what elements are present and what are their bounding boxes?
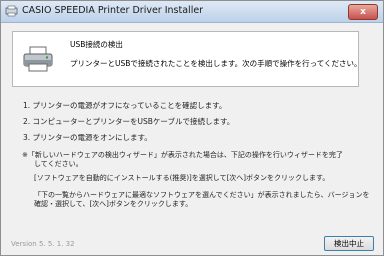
version-label: Version 5. 5. 1. 32 [11, 240, 75, 248]
header-description: プリンターとUSBで接続されたことを検出します。次の手順で操作を行ってください。 [70, 59, 362, 68]
installer-icon [5, 5, 18, 17]
stop-detection-button[interactable]: 検出中止 [324, 236, 374, 251]
printer-icon [23, 46, 53, 72]
window-title: CASIO SPEEDIA Printer Driver Installer [22, 5, 204, 16]
header-panel: USB接続の検出 プリンターとUSBで接続されたことを検出します。次の手順で操作… [12, 31, 362, 87]
step-3: 3. プリンターの電源をオンにします。 [23, 133, 152, 142]
header-title: USB接続の検出 [70, 40, 123, 49]
note-paragraph-2-line-2: 確認・選択して、[次へ]ボタンをクリックします。 [34, 200, 193, 208]
step-2: 2. コンピューターとプリンターをUSBケーブルで接続します。 [23, 117, 235, 126]
title-bar[interactable]: CASIO SPEEDIA Printer Driver Installer x [1, 1, 383, 23]
note-paragraph-1: [ソフトウェアを自動的にインストールする(推奨)]を選択して[次へ]ボタンをクリ… [34, 174, 330, 182]
close-button[interactable]: x [348, 4, 378, 20]
note-line-2: してください。 [34, 160, 83, 168]
step-1: 1. プリンターの電源がオフになっていることを確認します。 [23, 101, 227, 110]
installer-window: CASIO SPEEDIA Printer Driver Installer x… [0, 0, 384, 256]
